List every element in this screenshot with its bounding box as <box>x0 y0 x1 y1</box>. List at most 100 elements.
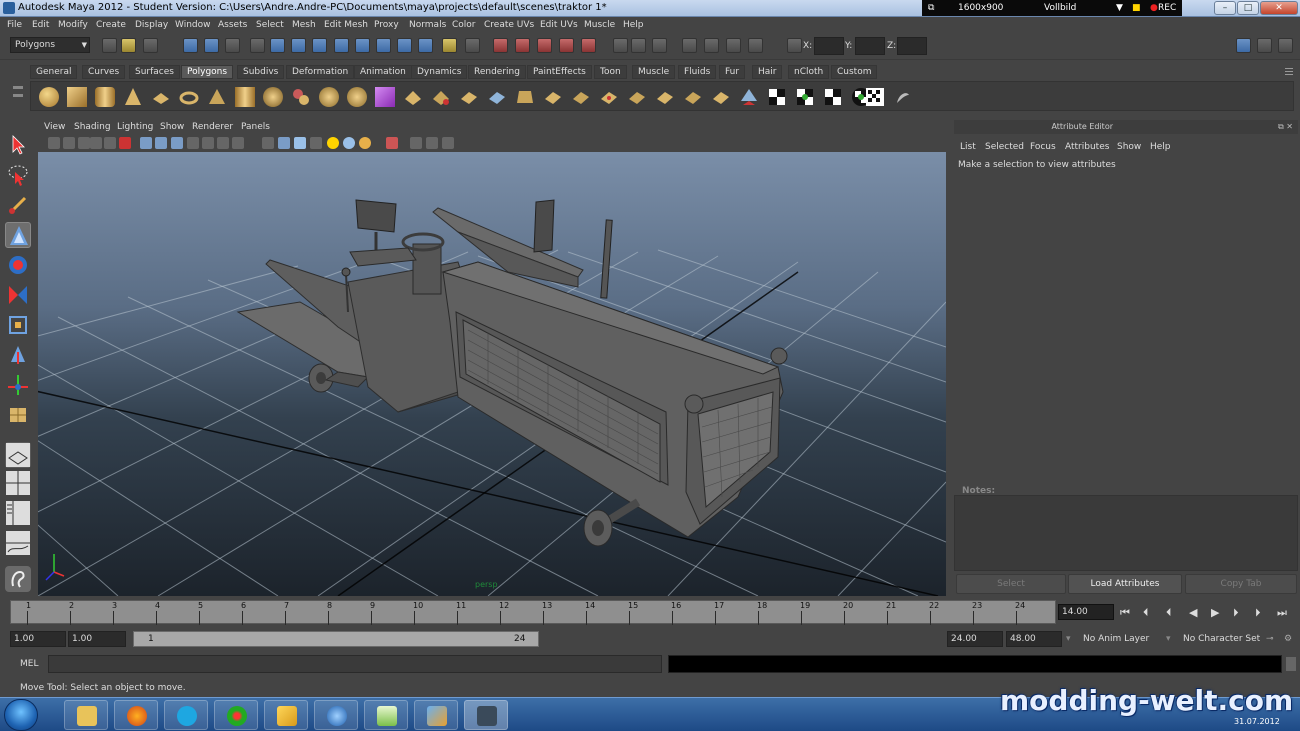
chevron-down-icon[interactable]: ▾ <box>1166 634 1171 644</box>
transform-field-icon[interactable] <box>787 38 802 53</box>
shelf-menu-icon[interactable] <box>1284 66 1294 78</box>
poly-sphere-icon[interactable] <box>39 87 59 107</box>
camera-icon[interactable]: ■ <box>1132 3 1141 13</box>
recorder-window-icon[interactable]: ⧉ <box>928 3 934 13</box>
collapse-icon[interactable] <box>627 87 647 107</box>
input-line-relative-icon[interactable] <box>631 38 646 53</box>
viewport-menu-shading[interactable]: Shading <box>74 122 111 132</box>
tab-fluids[interactable]: Fluids <box>678 65 717 79</box>
render-current-frame-icon[interactable] <box>493 38 508 53</box>
copy-tab-button[interactable]: Copy Tab <box>1185 574 1297 594</box>
taskbar-media[interactable] <box>314 700 358 730</box>
render-settings-icon[interactable] <box>537 38 552 53</box>
ae-menu-list[interactable]: List <box>960 142 976 152</box>
tab-fur[interactable]: Fur <box>719 65 746 79</box>
channel-box-toggle-icon[interactable] <box>1278 38 1293 53</box>
ae-menu-attributes[interactable]: Attributes <box>1065 142 1109 152</box>
selection-mask-icon[interactable] <box>250 38 265 53</box>
capture-mode-label[interactable]: Vollbild <box>1044 3 1076 13</box>
poly-cube-icon[interactable] <box>67 87 87 107</box>
bevel-icon[interactable] <box>683 87 703 107</box>
chevron-down-icon[interactable]: ▼ <box>1116 3 1123 13</box>
taskbar-app-5[interactable] <box>264 700 308 730</box>
menu-select[interactable]: Select <box>256 20 284 30</box>
open-scene-icon[interactable] <box>121 38 136 53</box>
insert-edge-loop-icon[interactable] <box>515 87 535 107</box>
ae-menu-selected[interactable]: Selected <box>985 142 1024 152</box>
snap-curve-icon[interactable] <box>291 38 306 53</box>
viewport-menu-panels[interactable]: Panels <box>241 122 270 132</box>
ae-menu-show[interactable]: Show <box>1117 142 1141 152</box>
grid-icon[interactable] <box>104 137 116 149</box>
poly-prism-icon[interactable] <box>207 87 227 107</box>
menu-mesh[interactable]: Mesh <box>292 20 316 30</box>
select-hierarchy-icon[interactable] <box>183 38 198 53</box>
z-field[interactable] <box>897 37 927 55</box>
lock-icon[interactable] <box>442 38 457 53</box>
menu-help[interactable]: Help <box>623 20 644 30</box>
tractor-model[interactable] <box>236 199 788 547</box>
mirror-geometry-icon[interactable] <box>739 87 759 107</box>
play-forward-icon[interactable]: ▶ <box>1211 606 1219 619</box>
resolution-label[interactable]: 1600x900 <box>958 3 1003 13</box>
lights-icon[interactable] <box>202 137 214 149</box>
panel-float-icon[interactable]: ⧉ ✕ <box>1278 122 1296 132</box>
maximize-button[interactable]: □ <box>1237 1 1259 15</box>
preferences-icon[interactable]: ⚙ <box>1284 634 1292 644</box>
move-tool-icon[interactable] <box>5 222 31 248</box>
menu-create-uvs[interactable]: Create UVs <box>484 20 534 30</box>
menu-create[interactable]: Create <box>96 20 126 30</box>
rotate-tool-icon[interactable] <box>5 252 31 278</box>
smooth-icon[interactable] <box>347 87 367 107</box>
current-frame-field[interactable]: 14.00 <box>1058 604 1114 620</box>
sidebar-toggle-icon[interactable] <box>682 38 697 53</box>
tab-animation[interactable]: Animation <box>354 65 412 79</box>
poly-cylinder-icon[interactable] <box>95 87 115 107</box>
select-button[interactable]: Select <box>956 574 1066 594</box>
tab-general[interactable]: General <box>30 65 78 79</box>
tab-dynamics[interactable]: Dynamics <box>411 65 468 79</box>
modeling-toolkit-icon[interactable] <box>748 38 763 53</box>
viewport-menu-view[interactable]: View <box>44 122 65 132</box>
poly-helix-icon[interactable] <box>263 87 283 107</box>
y-field[interactable] <box>855 37 885 55</box>
go-to-end-icon[interactable]: ⏭ <box>1277 606 1287 620</box>
motion-blur-icon[interactable] <box>359 137 371 149</box>
xray-joints-icon[interactable] <box>294 137 306 149</box>
tab-rendering[interactable]: Rendering <box>468 65 526 79</box>
tool-settings-icon[interactable] <box>726 38 741 53</box>
taskbar-icq[interactable] <box>214 700 258 730</box>
anim-layer-dropdown[interactable]: No Anim Layer <box>1083 634 1149 644</box>
universal-manipulator-icon[interactable] <box>5 312 31 338</box>
textured-icon[interactable] <box>187 137 199 149</box>
layout-persp-outliner-icon[interactable] <box>5 500 31 526</box>
command-input[interactable] <box>48 655 662 673</box>
menu-muscle[interactable]: Muscle <box>584 20 615 30</box>
step-forward-frame-icon[interactable]: ⏵ <box>1255 606 1261 620</box>
taskbar-explorer[interactable] <box>64 700 108 730</box>
sculpt-icon[interactable] <box>893 87 913 107</box>
taskbar-skype[interactable] <box>164 700 208 730</box>
rec-label[interactable]: REC <box>1158 3 1176 13</box>
merge-icon[interactable] <box>571 87 591 107</box>
snap-point-icon[interactable] <box>312 38 327 53</box>
menu-file[interactable]: File <box>7 20 22 30</box>
absolute-transform-icon[interactable] <box>652 38 667 53</box>
shelf-options-icon[interactable] <box>10 82 26 108</box>
bookmarks-icon[interactable] <box>78 137 90 149</box>
paint-select-tool-icon[interactable] <box>5 192 31 218</box>
select-tool-icon[interactable] <box>5 132 31 158</box>
tab-polygons[interactable]: Polygons <box>181 65 234 79</box>
range-slider[interactable]: 1 24 <box>133 631 539 647</box>
input-ops-icon[interactable] <box>376 38 391 53</box>
film-gate-icon[interactable] <box>119 137 131 149</box>
poly-cone-icon[interactable] <box>123 87 143 107</box>
fill-hole-icon[interactable] <box>655 87 675 107</box>
snap-grid-icon[interactable] <box>270 38 285 53</box>
append-polygon-icon[interactable] <box>459 87 479 107</box>
playback-start-field[interactable]: 1.00 <box>68 631 126 647</box>
key-icon[interactable]: ⊸ <box>1266 634 1274 644</box>
save-scene-icon[interactable] <box>143 38 158 53</box>
tab-curves[interactable]: Curves <box>82 65 126 79</box>
hypershade-icon[interactable] <box>559 38 574 53</box>
